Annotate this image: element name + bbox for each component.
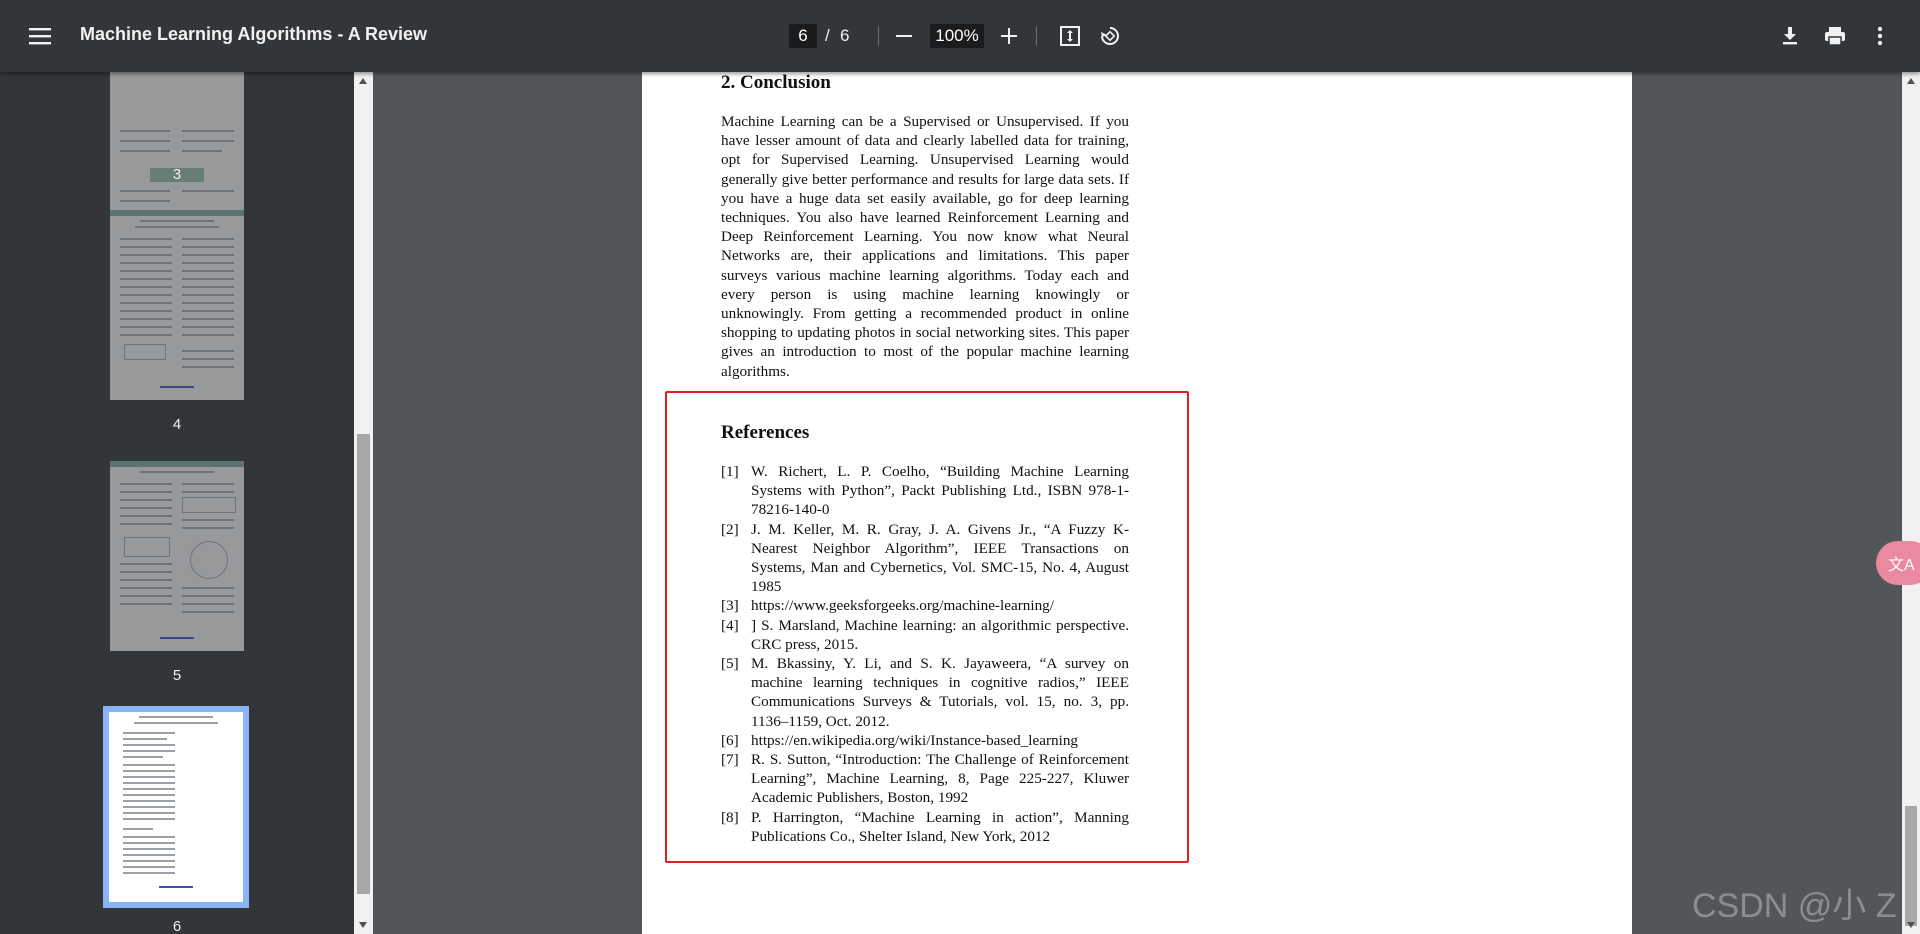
page-thumbnail-6[interactable] xyxy=(103,706,249,908)
download-icon[interactable] xyxy=(1776,22,1804,50)
conclusion-paragraph: Machine Learning can be a Supervised or … xyxy=(721,113,1129,380)
print-icon[interactable] xyxy=(1821,22,1849,50)
thumbnail-sidebar: 3 4 5 6 xyxy=(0,72,354,934)
page-thumbnail-4[interactable] xyxy=(110,210,244,400)
highlight-box xyxy=(665,391,1189,863)
translate-button[interactable]: 文A xyxy=(1876,541,1920,585)
page-thumbnail-3[interactable] xyxy=(110,72,244,230)
thumbnail-label: 6 xyxy=(172,918,182,934)
rotate-icon[interactable] xyxy=(1096,22,1124,50)
pdf-toolbar: Machine Learning Algorithms - A Review 6… xyxy=(0,0,1920,72)
zoom-in-icon[interactable] xyxy=(995,22,1023,50)
thumbnail-label: 4 xyxy=(172,416,182,433)
page-total: 6 xyxy=(840,26,850,45)
section-heading: 2. Conclusion xyxy=(721,72,831,93)
scroll-up-arrow-icon[interactable] xyxy=(359,78,367,84)
thumbnail-label: 3 xyxy=(172,166,182,183)
sidebar-scrollbar[interactable] xyxy=(354,72,373,934)
page-separator: / xyxy=(825,26,830,45)
thumbnail-label: 5 xyxy=(172,667,182,684)
scroll-down-arrow-icon[interactable] xyxy=(1907,922,1915,928)
scrollbar-thumb[interactable] xyxy=(357,434,370,894)
document-scrollbar[interactable] xyxy=(1902,72,1920,934)
document-title: Machine Learning Algorithms - A Review xyxy=(80,24,428,44)
zoom-level-input[interactable]: 100% xyxy=(930,24,984,48)
zoom-out-icon[interactable] xyxy=(890,22,918,50)
fit-page-icon[interactable] xyxy=(1056,22,1084,50)
scroll-down-arrow-icon[interactable] xyxy=(359,922,367,928)
scroll-up-arrow-icon[interactable] xyxy=(1907,78,1915,84)
watermark: CSDN @小 Z xyxy=(1692,887,1897,925)
more-vert-icon[interactable] xyxy=(1866,22,1894,50)
page-number-input[interactable]: 6 xyxy=(789,24,817,48)
toolbar-divider xyxy=(1036,26,1037,46)
scrollbar-thumb[interactable] xyxy=(1905,806,1917,926)
toolbar-divider xyxy=(878,26,879,46)
page-thumbnail-5[interactable] xyxy=(110,461,244,651)
menu-icon[interactable] xyxy=(26,22,54,50)
translate-icon: 文A xyxy=(1888,557,1915,574)
